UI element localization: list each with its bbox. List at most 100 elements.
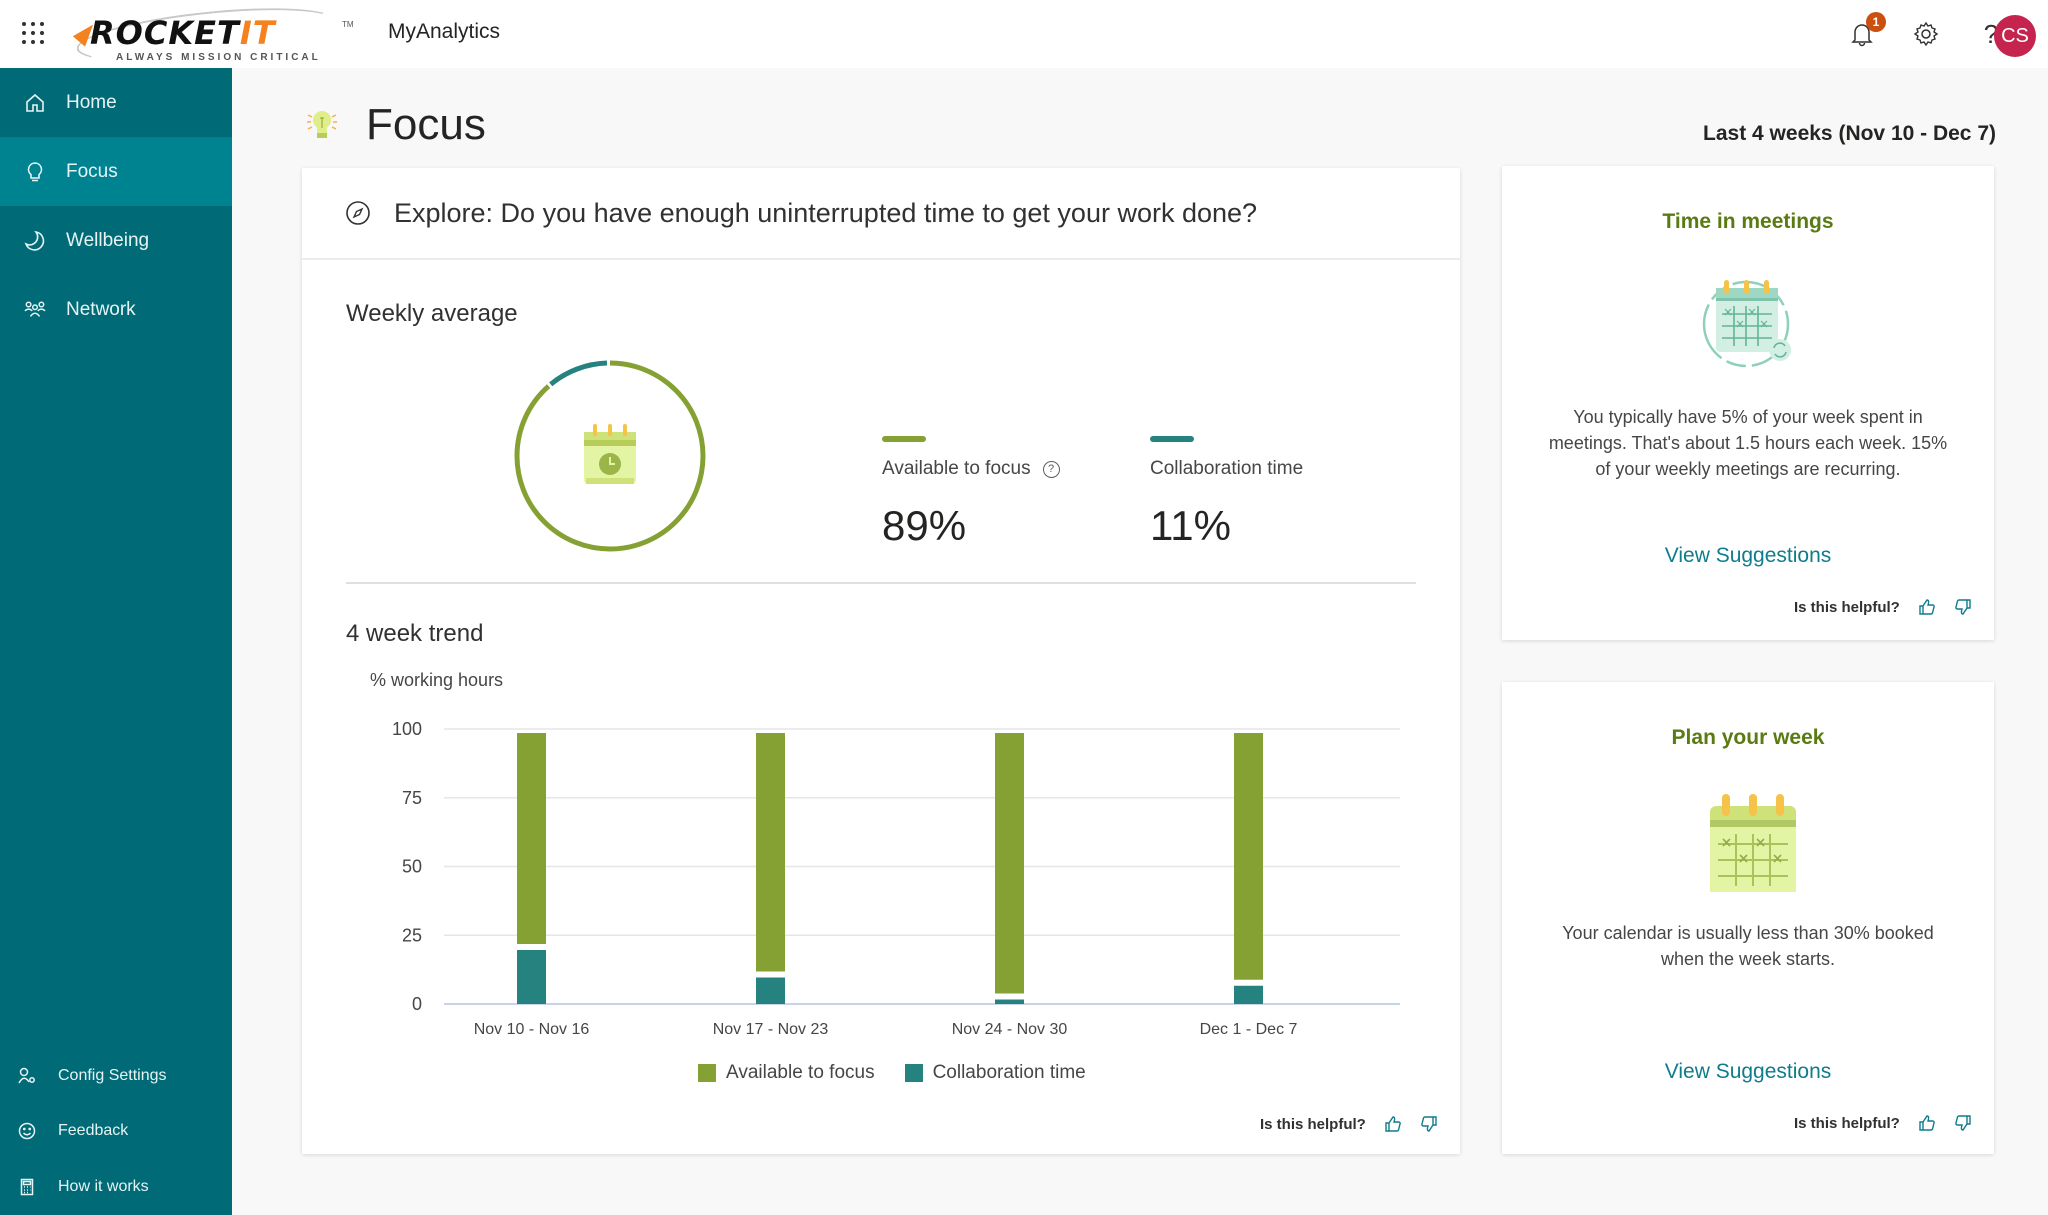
logo-brand: ROCKETIT [90,14,276,52]
legend-item-collab[interactable]: Collaboration time [904,1062,1086,1084]
focus-card: Explore: Do you have enough uninterrupte… [302,168,1460,1154]
app-name[interactable]: MyAnalytics [388,20,500,44]
focus-swatch [882,436,926,442]
bar-collaboration-time[interactable] [1234,985,1263,1004]
card-title: Plan your week [1671,726,1825,749]
bar-collaboration-time[interactable] [756,977,785,1005]
sidebar-item-feedback[interactable]: Feedback [0,1111,232,1151]
weekly-average-donut [514,360,706,552]
sidebar-item-config-settings[interactable]: Config Settings [0,1056,232,1096]
helpful-label: Is this helpful? [1794,1114,1900,1132]
helpful-feedback: Is this helpful? [1260,1115,1438,1133]
thumbs-up-icon[interactable] [1918,598,1936,616]
thumbs-up-icon[interactable] [1384,1115,1402,1133]
waffle-icon[interactable] [22,22,44,44]
sidebar-item-how-it-works[interactable]: How it works [0,1167,232,1207]
y-tick-label: 75 [402,788,422,808]
sidebar: Home Focus Wellbeing Network Config Sett… [0,68,232,1215]
lightbulb-icon [24,161,46,183]
bar-collaboration-time[interactable] [517,950,546,1004]
page-title: Focus [366,100,486,149]
focus-stat: Available to focus? 89% [882,436,1060,550]
sidebar-item-label: Network [66,298,136,320]
helpful-label: Is this helpful? [1260,1115,1366,1133]
view-suggestions-link[interactable]: View Suggestions [1502,1060,1994,1084]
thumbs-down-icon[interactable] [1954,598,1972,616]
time-in-meetings-card: Time in meetings You typically have 5% o… [1502,166,1994,640]
logo-brand-main: ROCKET [90,14,240,52]
moon-icon [24,230,46,252]
y-tick-label: 0 [412,994,422,1014]
bar-available-to-focus[interactable] [1234,733,1263,980]
calendar-clock-icon [584,424,636,484]
thumbs-down-icon[interactable] [1954,1114,1972,1132]
bar-collaboration-time[interactable] [995,999,1024,1005]
logo-tagline: ALWAYS MISSION CRITICAL [116,52,321,63]
collab-stat-value: 11% [1150,502,1231,549]
chart-legend: Available to focus Collaboration time [698,1062,1116,1084]
smiley-icon [18,1122,36,1140]
helpful-feedback: Is this helpful? [1794,598,1972,616]
explore-question: Explore: Do you have enough uninterrupte… [394,197,1258,228]
legend-swatch-focus [698,1064,716,1082]
legend-item-focus[interactable]: Available to focus [698,1062,875,1084]
settings-button[interactable] [1910,18,1942,50]
section-divider [346,582,1416,584]
compass-icon [346,201,370,225]
y-axis-label: % working hours [370,670,503,690]
people-icon [24,299,46,321]
gear-icon [1913,21,1939,47]
calendar-icon [1710,794,1796,892]
date-range[interactable]: Last 4 weeks (Nov 10 - Dec 7) [1703,122,1996,146]
bar-available-to-focus[interactable] [995,733,1024,994]
legend-label-collab: Collaboration time [932,1062,1086,1083]
home-icon [24,92,46,114]
y-tick-label: 50 [402,857,422,877]
explore-bar: Explore: Do you have enough uninterrupte… [302,168,1460,260]
helpful-feedback: Is this helpful? [1794,1114,1972,1132]
card-description: You typically have 5% of your week spent… [1548,407,1948,479]
sidebar-item-label: How it works [58,1178,149,1195]
thumbs-up-icon[interactable] [1918,1114,1936,1132]
collab-stat: Collaboration time 11% [1150,436,1303,550]
sidebar-item-label: Wellbeing [66,229,150,251]
calculator-icon [18,1178,36,1196]
collab-stat-label: Collaboration time [1150,458,1304,479]
y-tick-label: 100 [392,719,422,739]
sidebar-item-network[interactable]: Network [0,275,232,344]
sidebar-item-label: Config Settings [58,1067,167,1084]
sidebar-item-wellbeing[interactable]: Wellbeing [0,206,232,275]
notification-badge: 1 [1866,12,1886,32]
x-tick-label: Nov 10 - Nov 16 [474,1021,590,1038]
recurring-calendar-icon [1702,280,1791,368]
legend-swatch-collab [904,1064,923,1082]
focus-stat-value: 89% [882,502,967,549]
sidebar-item-label: Focus [66,160,118,182]
thumbs-down-icon[interactable] [1420,1115,1438,1133]
info-icon[interactable]: ? [1042,460,1060,478]
x-tick-label: Dec 1 - Dec 7 [1200,1021,1298,1038]
chart-bars [517,733,1263,1004]
y-tick-label: 25 [402,925,422,945]
sidebar-item-label: Home [66,91,117,113]
bar-available-to-focus[interactable] [756,733,785,972]
sidebar-item-focus[interactable]: Focus [0,137,232,206]
logo-trademark: TM [342,20,354,29]
avatar[interactable]: CS [1994,15,2036,57]
helpful-label: Is this helpful? [1794,598,1900,616]
person-settings-icon [18,1067,36,1085]
legend-label-focus: Available to focus [726,1062,875,1083]
bar-available-to-focus[interactable] [517,733,546,944]
focus-stat-label: Available to focus? [882,458,1060,480]
top-bar: ROCKETIT TM ALWAYS MISSION CRITICAL MyAn… [0,0,2048,72]
weekly-average-title: Weekly average [346,300,518,327]
chart-grid: 0 25 50 75 100 [392,719,1400,1014]
page-header: Focus [300,100,486,150]
company-logo[interactable]: ROCKETIT TM ALWAYS MISSION CRITICAL [72,0,354,72]
sidebar-item-home[interactable]: Home [0,68,232,137]
notifications-button[interactable]: 1 [1846,12,1886,50]
sidebar-item-label: Feedback [58,1122,129,1139]
view-suggestions-link[interactable]: View Suggestions [1502,544,1994,568]
lightbulb-icon [307,110,337,138]
card-description: Your calendar is usually less than 30% b… [1562,923,1934,969]
